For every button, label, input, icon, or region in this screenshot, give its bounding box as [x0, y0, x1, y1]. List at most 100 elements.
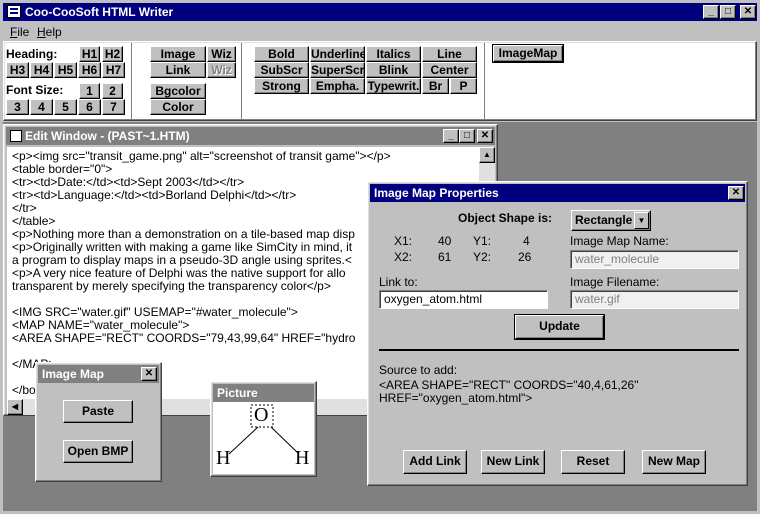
edit-maximize-icon[interactable]: □ — [459, 129, 475, 143]
scroll-left-icon[interactable]: ◀ — [7, 399, 23, 415]
h7-button[interactable]: H7 — [102, 62, 125, 78]
source-line-1: <AREA SHAPE="RECT" COORDS="40,4,61,26" — [379, 378, 639, 392]
toolbar-divider-3 — [484, 43, 486, 119]
font-size-3-button[interactable]: 3 — [6, 99, 29, 115]
y1-label: Y1: — [473, 234, 492, 248]
image-map-tool-title-bar[interactable]: Image Map ✕ — [38, 365, 159, 383]
h3-button[interactable]: H3 — [6, 62, 29, 78]
h2-button[interactable]: H2 — [102, 46, 123, 62]
toolbar-divider-2 — [241, 43, 243, 119]
reset-button[interactable]: Reset — [561, 450, 625, 474]
font-size-5-button[interactable]: 5 — [54, 99, 77, 115]
hydrogen-atom-right: H — [295, 447, 310, 469]
font-size-label: Font Size: — [6, 83, 64, 97]
picture-title-bar[interactable]: Picture — [213, 384, 314, 402]
toolbar-divider-1 — [131, 43, 133, 119]
add-link-button[interactable]: Add Link — [403, 450, 467, 474]
br-button[interactable]: Br — [422, 78, 449, 94]
new-link-button[interactable]: New Link — [481, 450, 545, 474]
object-shape-label: Object Shape is: — [458, 211, 553, 225]
edit-minimize-icon[interactable]: _ — [443, 129, 459, 143]
link-wiz-button[interactable]: Wiz — [207, 62, 236, 78]
properties-title-bar[interactable]: Image Map Properties ✕ — [370, 184, 745, 202]
image-filename-label: Image Filename: — [570, 275, 660, 289]
italics-button[interactable]: Italics — [366, 46, 421, 62]
close-icon[interactable]: ✕ — [740, 5, 756, 19]
open-bmp-button[interactable]: Open BMP — [63, 440, 133, 463]
heading-label: Heading: — [6, 47, 58, 61]
menu-bar: File Help — [3, 22, 757, 40]
update-button[interactable]: Update — [514, 314, 605, 340]
picture-title: Picture — [217, 386, 258, 400]
object-shape-select[interactable]: Rectangle ▼ — [571, 210, 651, 231]
superscr-button[interactable]: SuperScr — [310, 62, 365, 78]
y2-value: 26 — [518, 250, 532, 264]
h6-button[interactable]: H6 — [78, 62, 101, 78]
properties-close-icon[interactable]: ✕ — [728, 186, 744, 200]
strong-button[interactable]: Strong — [254, 78, 309, 94]
emphasis-button[interactable]: Empha. — [310, 78, 365, 94]
image-filename-field[interactable]: water.gif — [570, 290, 739, 309]
edit-window-title-bar[interactable]: Edit Window - (PAST~1.HTM) _ □ ✕ — [6, 127, 495, 145]
scroll-up-icon[interactable]: ▲ — [479, 147, 495, 163]
hydrogen-atom-left: H — [216, 447, 231, 469]
line-button[interactable]: Line — [422, 46, 477, 62]
image-map-name-label: Image Map Name: — [570, 234, 669, 248]
image-wiz-button[interactable]: Wiz — [207, 46, 236, 62]
properties-title: Image Map Properties — [374, 186, 499, 200]
y1-value: 4 — [523, 234, 530, 248]
x2-value: 61 — [438, 250, 452, 264]
chevron-down-icon[interactable]: ▼ — [634, 212, 649, 229]
document-icon — [10, 130, 22, 142]
image-map-tool-close-icon[interactable]: ✕ — [141, 367, 157, 381]
source-line-2: HREF="oxygen_atom.html"> — [379, 391, 533, 405]
p-button[interactable]: P — [450, 78, 477, 94]
app-title: Coo-CooSoft HTML Writer — [25, 5, 174, 19]
y2-label: Y2: — [473, 250, 492, 264]
h4-button[interactable]: H4 — [30, 62, 53, 78]
imagemap-button[interactable]: ImageMap — [492, 44, 564, 63]
bold-button[interactable]: Bold — [254, 46, 309, 62]
x1-value: 40 — [438, 234, 452, 248]
image-map-properties-dialog: Image Map Properties ✕ Object Shape is: … — [367, 181, 748, 486]
typewriter-button[interactable]: Typewrit. — [366, 78, 421, 94]
menu-file[interactable]: File — [10, 25, 29, 39]
x1-label: X1: — [394, 234, 413, 248]
font-size-7-button[interactable]: 7 — [102, 99, 125, 115]
maximize-icon[interactable]: □ — [720, 5, 736, 19]
image-map-tool-title: Image Map — [42, 367, 105, 381]
minimize-icon[interactable]: _ — [703, 5, 719, 19]
edit-close-icon[interactable]: ✕ — [477, 129, 493, 143]
underline-button[interactable]: Underline — [310, 46, 365, 62]
center-button[interactable]: Center — [422, 62, 477, 78]
new-map-button[interactable]: New Map — [642, 450, 706, 474]
image-button[interactable]: Image — [150, 46, 206, 62]
blink-button[interactable]: Blink — [366, 62, 421, 78]
h1-button[interactable]: H1 — [79, 46, 100, 62]
bgcolor-button[interactable]: Bgcolor — [150, 83, 206, 99]
font-size-4-button[interactable]: 4 — [30, 99, 53, 115]
h5-button[interactable]: H5 — [54, 62, 77, 78]
subscr-button[interactable]: SubScr — [254, 62, 309, 78]
object-shape-value: Rectangle — [575, 213, 633, 227]
edit-window-title: Edit Window - (PAST~1.HTM) — [25, 129, 190, 143]
source-label: Source to add: — [379, 363, 458, 377]
picture-window: Picture O H H — [210, 381, 317, 477]
paste-button[interactable]: Paste — [63, 400, 133, 423]
font-size-2-button[interactable]: 2 — [102, 83, 123, 99]
separator-line — [379, 349, 739, 351]
link-to-label: Link to: — [379, 275, 418, 289]
app-title-bar[interactable]: Coo-CooSoft HTML Writer _ □ ✕ — [3, 3, 757, 21]
oxygen-atom: O — [254, 404, 269, 426]
app-icon — [7, 5, 21, 18]
font-size-1-button[interactable]: 1 — [79, 83, 100, 99]
color-button[interactable]: Color — [150, 99, 206, 115]
water-molecule-image[interactable]: O H H — [213, 402, 314, 474]
image-map-tool-window: Image Map ✕ Paste Open BMP — [35, 362, 162, 482]
image-map-name-field[interactable]: water_molecule — [570, 250, 739, 269]
menu-help[interactable]: Help — [37, 25, 62, 39]
font-size-6-button[interactable]: 6 — [78, 99, 101, 115]
link-to-input[interactable]: oxygen_atom.html — [379, 290, 548, 309]
x2-label: X2: — [394, 250, 413, 264]
link-button[interactable]: Link — [150, 62, 206, 78]
